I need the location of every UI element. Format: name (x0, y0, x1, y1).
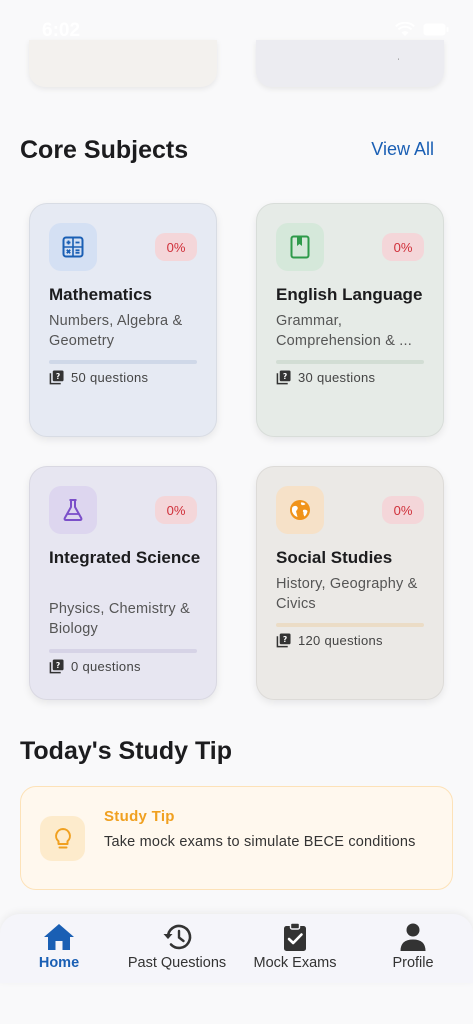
nav-item-past-questions[interactable]: Past Questions (118, 922, 236, 971)
status-bar: 6:02 (0, 0, 473, 60)
question-count-label: 30 questions (298, 370, 376, 385)
flask-icon (49, 486, 97, 534)
calculator-icon (49, 223, 97, 271)
nav-label: Mock Exams (253, 955, 337, 971)
status-time: 6:02 (42, 20, 81, 41)
subject-card-integrated-science[interactable]: 0% Integrated Science Physics, Chemistry… (29, 466, 217, 700)
subject-title: English Language (276, 285, 423, 304)
question-count: ? 120 questions (276, 633, 383, 648)
status-icons (395, 22, 449, 37)
question-count: ? 50 questions (49, 370, 148, 385)
progress-bar (49, 649, 197, 653)
view-all-link[interactable]: View All (371, 139, 434, 160)
question-count: ? 0 questions (49, 659, 141, 674)
progress-badge: 0% (155, 496, 197, 524)
quiz-icon: ? (276, 633, 291, 648)
subject-description: History, Geography & Civics (276, 576, 418, 612)
question-count: ? 30 questions (276, 370, 375, 385)
home-icon (44, 924, 74, 950)
question-count-label: 0 questions (71, 659, 141, 674)
subject-title: Social Studies (276, 548, 393, 567)
person-icon (400, 923, 426, 951)
subject-card-mathematics[interactable]: 0% Mathematics Numbers, Algebra & Geomet… (29, 203, 217, 437)
progress-bar (276, 360, 424, 364)
subject-card-english-language[interactable]: 0% English Language Grammar, Comprehensi… (256, 203, 444, 437)
wifi-icon (395, 22, 415, 36)
subject-title: Mathematics (49, 285, 152, 304)
nav-label: Past Questions (127, 955, 227, 971)
svg-text:?: ? (283, 372, 288, 381)
progress-badge: 0% (382, 233, 424, 261)
study-tip-card: Study Tip Take mock exams to simulate BE… (20, 786, 453, 890)
svg-text:?: ? (56, 372, 61, 381)
nav-item-profile[interactable]: Profile (354, 922, 472, 971)
core-subjects-title: Core Subjects (20, 136, 189, 164)
progress-bar (276, 623, 424, 627)
subject-card-social-studies[interactable]: 0% Social Studies History, Geography & C… (256, 466, 444, 700)
subject-description: Grammar, Comprehension & ... (276, 313, 412, 349)
subject-title: Integrated Science (49, 548, 201, 567)
quiz-icon: ? (49, 370, 64, 385)
study-tip-text: Take mock exams to simulate BECE conditi… (104, 834, 416, 850)
globe-icon (276, 486, 324, 534)
quiz-icon: ? (276, 370, 291, 385)
nav-label: Home (38, 955, 80, 971)
study-tip-label: Study Tip (104, 808, 175, 825)
clipboard-check-icon (284, 922, 306, 951)
book-icon (276, 223, 324, 271)
subject-description: Numbers, Algebra & Geometry (49, 313, 183, 349)
history-icon (163, 924, 192, 950)
study-tip-title: Today's Study Tip (20, 737, 232, 765)
progress-badge: 0% (382, 496, 424, 524)
bottom-navigation: Home Past Questions Mock Exams Profile (0, 914, 473, 983)
progress-badge: 0% (155, 233, 197, 261)
question-count-label: 120 questions (298, 633, 383, 648)
svg-text:?: ? (283, 635, 288, 644)
nav-item-mock-exams[interactable]: Mock Exams (236, 922, 354, 971)
lightbulb-icon (40, 816, 85, 861)
svg-text:?: ? (56, 661, 61, 670)
battery-icon (423, 23, 449, 36)
nav-item-home[interactable]: Home (0, 922, 118, 971)
question-count-label: 50 questions (71, 370, 149, 385)
subject-description: Physics, Chemistry & Biology (49, 601, 190, 637)
quiz-icon: ? (49, 659, 64, 674)
progress-bar (49, 360, 197, 364)
nav-label: Profile (392, 955, 434, 971)
